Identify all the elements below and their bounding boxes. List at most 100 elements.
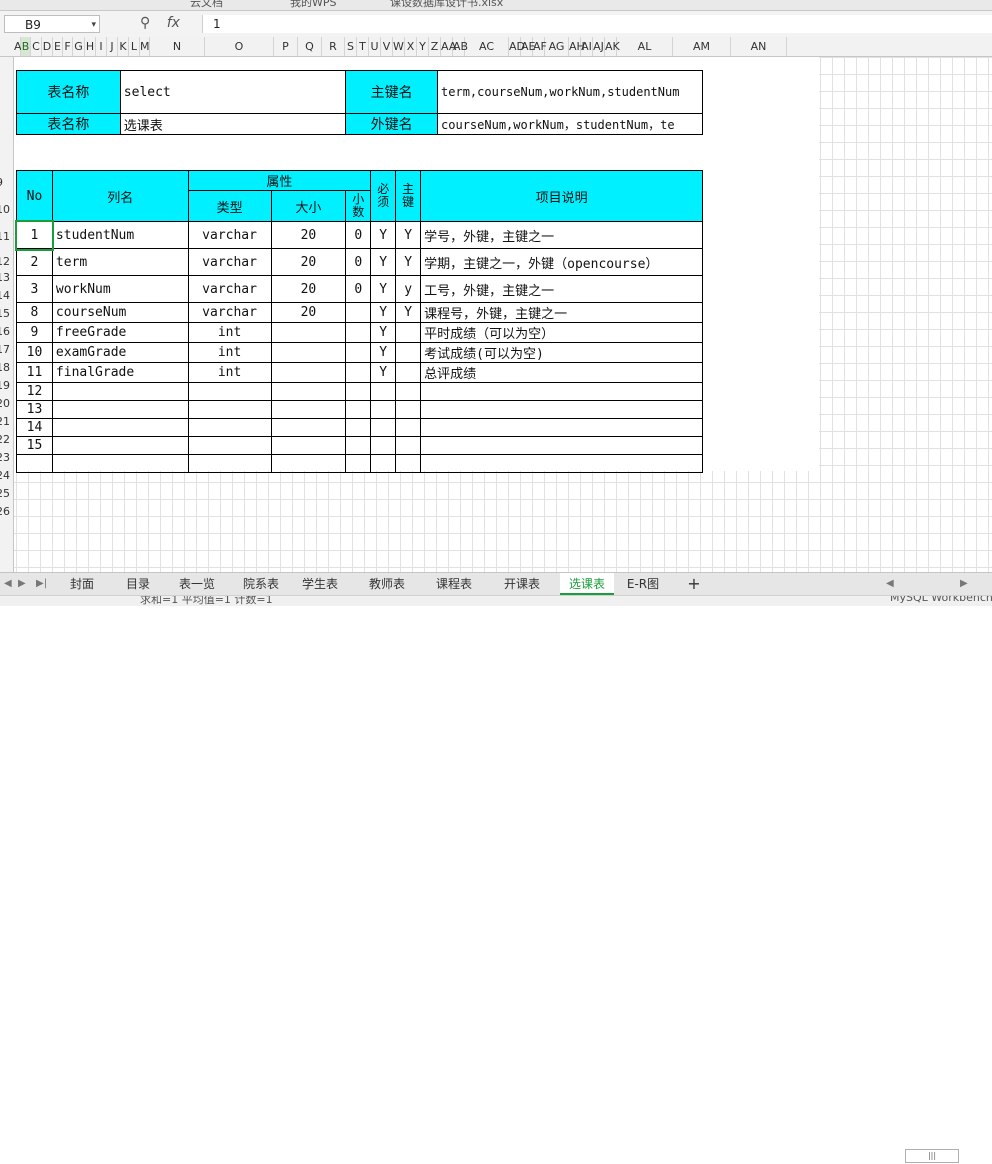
row-header-21[interactable]: 21 xyxy=(0,415,10,428)
cell-no[interactable]: 2 xyxy=(16,248,53,276)
scroll-left-icon[interactable]: ◀ xyxy=(886,573,894,595)
cell-name[interactable] xyxy=(51,382,189,401)
cell-pk[interactable] xyxy=(395,342,422,363)
decimal-header[interactable]: 小数 xyxy=(345,190,372,222)
cell-desc[interactable] xyxy=(420,454,703,473)
cell-size[interactable]: 20 xyxy=(270,302,347,323)
cell-size[interactable] xyxy=(270,436,347,455)
column-name-header[interactable]: 列名 xyxy=(51,170,189,222)
cell-pk[interactable] xyxy=(395,454,422,473)
primary-key-label[interactable]: 主键名 xyxy=(345,70,439,114)
cell-no[interactable]: 9 xyxy=(16,322,53,343)
cell-no[interactable]: 11 xyxy=(16,362,53,383)
row-header-18[interactable]: 18 xyxy=(0,361,10,374)
cell-no[interactable]: 15 xyxy=(16,436,53,455)
column-header-c[interactable]: C xyxy=(31,37,42,56)
cell-size[interactable] xyxy=(270,342,347,363)
cell-dec[interactable] xyxy=(345,322,372,343)
cell-dec[interactable] xyxy=(345,302,372,323)
column-header-an[interactable]: AN xyxy=(731,37,787,56)
column-header-x[interactable]: X xyxy=(405,37,417,56)
cell-desc[interactable]: 平时成绩（可以为空） xyxy=(420,322,703,343)
sheet-tab-4[interactable]: 学生表 xyxy=(298,573,342,595)
cell-type[interactable]: varchar xyxy=(187,302,272,323)
column-header-m[interactable]: M xyxy=(140,37,150,56)
row-header-20[interactable]: 20 xyxy=(0,397,10,410)
row-header-9[interactable]: 9 xyxy=(0,176,3,189)
cell-req[interactable]: Y xyxy=(370,322,397,343)
cell-dec[interactable]: 0 xyxy=(345,221,372,249)
last-sheet-icon[interactable]: ▶| xyxy=(36,573,47,595)
column-header-t[interactable]: T xyxy=(357,37,369,56)
cell-type[interactable] xyxy=(187,454,272,473)
column-header-y[interactable]: Y xyxy=(417,37,429,56)
cell-pk[interactable] xyxy=(395,322,422,343)
cell-desc[interactable]: 学号，外键，主键之一 xyxy=(420,221,703,249)
cell-req[interactable] xyxy=(370,436,397,455)
table-cn-name-value[interactable]: 选课表 xyxy=(119,113,347,135)
column-header-w[interactable]: W xyxy=(393,37,405,56)
cell-size[interactable]: 20 xyxy=(270,248,347,276)
cell-dec[interactable] xyxy=(345,342,372,363)
column-header-ae[interactable]: AE xyxy=(521,37,535,56)
cell-no[interactable]: 14 xyxy=(16,418,53,437)
column-header-j[interactable]: J xyxy=(107,37,118,56)
column-header-ac[interactable]: AC xyxy=(465,37,509,56)
cell-desc[interactable]: 总评成绩 xyxy=(420,362,703,383)
row-header-14[interactable]: 14 xyxy=(0,289,10,302)
column-header-al[interactable]: AL xyxy=(617,37,673,56)
column-header-r[interactable]: R xyxy=(322,37,345,56)
sheet-tab-0[interactable]: 封面 xyxy=(60,573,104,595)
cell-name[interactable] xyxy=(51,436,189,455)
column-header-k[interactable]: K xyxy=(118,37,129,56)
description-header[interactable]: 项目说明 xyxy=(420,170,703,222)
size-header[interactable]: 大小 xyxy=(270,190,347,222)
cell-size[interactable] xyxy=(270,418,347,437)
cell-size[interactable] xyxy=(270,322,347,343)
cell-size[interactable]: 20 xyxy=(270,221,347,249)
cell-size[interactable] xyxy=(270,400,347,419)
sheet-tab-7[interactable]: 开课表 xyxy=(496,573,548,595)
table-name-value[interactable]: select xyxy=(119,70,347,114)
cell-no[interactable]: 12 xyxy=(16,382,53,401)
row-header-15[interactable]: 15 xyxy=(0,307,10,320)
cell-no[interactable]: 3 xyxy=(16,275,53,303)
row-header-16[interactable]: 16 xyxy=(0,325,10,338)
row-header-24[interactable]: 24 xyxy=(0,469,10,482)
row-header-11[interactable]: 11 xyxy=(0,230,10,243)
column-header-n[interactable]: N xyxy=(150,37,205,56)
column-header-aa[interactable]: AA xyxy=(441,37,456,56)
first-sheet-icon[interactable]: ◀ xyxy=(4,573,12,595)
sheet-tab-9[interactable]: E-R图 xyxy=(622,573,664,595)
column-header-f[interactable]: F xyxy=(63,37,73,56)
cell-type[interactable] xyxy=(187,436,272,455)
cell-req[interactable]: Y xyxy=(370,302,397,323)
sheet-tab-8[interactable]: 选课表 xyxy=(560,573,614,595)
cell-req[interactable] xyxy=(370,418,397,437)
formula-input[interactable]: 1 xyxy=(202,15,992,33)
cell-req[interactable] xyxy=(370,454,397,473)
cell-pk[interactable]: Y xyxy=(395,302,422,323)
sheet-tab-2[interactable]: 表一览 xyxy=(170,573,224,595)
cell-desc[interactable]: 课程号，外键，主键之一 xyxy=(420,302,703,323)
scroll-right-icon[interactable]: ▶ xyxy=(960,573,968,595)
primary-key-value[interactable]: term,courseNum,workNum,studentNum xyxy=(437,70,703,114)
cell-req[interactable]: Y xyxy=(370,221,397,249)
row-header-12[interactable]: 12 xyxy=(0,255,10,268)
column-header-z[interactable]: Z xyxy=(429,37,441,56)
row-header-19[interactable]: 19 xyxy=(0,379,10,392)
row-header-25[interactable]: 25 xyxy=(0,487,10,500)
scroll-thumb[interactable]: ||| xyxy=(905,1149,959,1163)
column-header-i[interactable]: I xyxy=(96,37,107,56)
cell-dec[interactable] xyxy=(345,454,372,473)
column-header-d[interactable]: D xyxy=(42,37,53,56)
row-header-17[interactable]: 17 xyxy=(0,343,10,356)
cell-req[interactable] xyxy=(370,400,397,419)
sheet-tab-5[interactable]: 教师表 xyxy=(362,573,412,595)
cell-no[interactable]: 8 xyxy=(16,302,53,323)
cell-desc[interactable] xyxy=(420,436,703,455)
cell-req[interactable] xyxy=(370,382,397,401)
cell-no[interactable] xyxy=(16,454,53,473)
file-tab[interactable]: 课设数据库设计书.xlsx xyxy=(390,0,503,10)
cell-pk[interactable] xyxy=(395,400,422,419)
